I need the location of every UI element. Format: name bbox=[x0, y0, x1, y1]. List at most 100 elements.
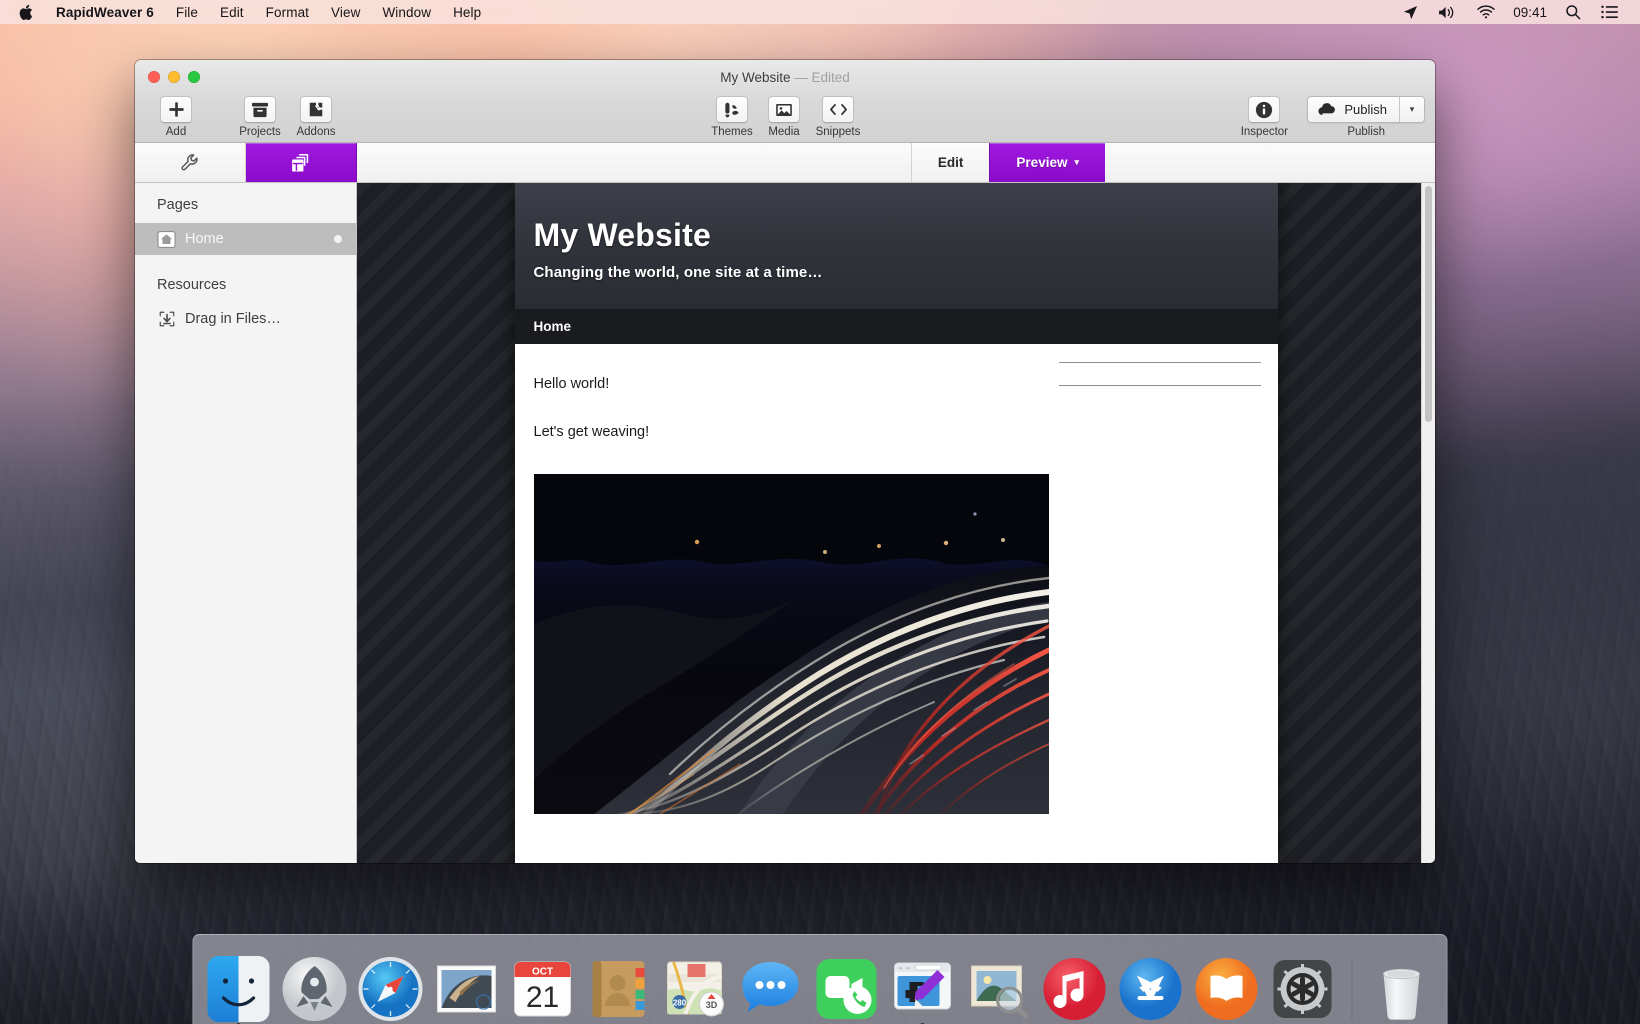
macos-menu-bar: RapidWeaver 6 File Edit Format View Wind… bbox=[0, 0, 1640, 24]
edit-mode-button[interactable]: Edit bbox=[910, 143, 990, 182]
calendar-month: OCT bbox=[532, 967, 553, 978]
notification-center-icon[interactable] bbox=[1591, 0, 1628, 24]
volume-icon[interactable] bbox=[1428, 0, 1467, 24]
dock-item-rapidweaver[interactable] bbox=[888, 954, 958, 1024]
maps-3d-badge: 3D bbox=[706, 1000, 718, 1010]
preview-caret-icon: ▾ bbox=[1074, 157, 1079, 167]
puzzle-piece-icon bbox=[300, 96, 332, 123]
dock-item-app-store[interactable] bbox=[1116, 954, 1186, 1024]
paint-brush-icon bbox=[716, 96, 748, 123]
site-navigation: Home bbox=[514, 309, 1278, 344]
info-circle-icon bbox=[1248, 96, 1281, 123]
nav-item-home[interactable]: Home bbox=[534, 319, 572, 334]
publish-button[interactable]: Publish bbox=[1308, 97, 1399, 122]
dock-item-safari[interactable] bbox=[356, 954, 426, 1024]
photo-light-trails-layer bbox=[533, 473, 1049, 814]
inspector-button[interactable]: Inspector bbox=[1235, 96, 1293, 138]
wifi-icon[interactable] bbox=[1467, 0, 1505, 24]
toolbar-right-group: Inspector Publish ▾ Publish bbox=[1235, 96, 1425, 138]
search-icon[interactable] bbox=[1555, 0, 1591, 24]
publish-button-row: Publish ▾ bbox=[1307, 96, 1425, 123]
preview-scrollbar-thumb[interactable] bbox=[1425, 186, 1432, 422]
menu-file[interactable]: File bbox=[165, 0, 209, 24]
site-slogan: Changing the world, one site at a time… bbox=[533, 263, 823, 281]
dock-item-contacts[interactable] bbox=[584, 954, 654, 1024]
pages-stack-icon bbox=[290, 152, 312, 174]
sidebar-rules bbox=[1058, 362, 1261, 408]
snippets-button-label: Snippets bbox=[815, 126, 861, 138]
media-button[interactable]: Media bbox=[755, 96, 813, 138]
site-title: My Website bbox=[533, 217, 711, 253]
code-brackets-icon bbox=[822, 96, 854, 123]
wrench-icon bbox=[180, 152, 201, 173]
drag-in-files-label: Drag in Files… bbox=[185, 311, 281, 327]
menu-format[interactable]: Format bbox=[255, 0, 320, 24]
media-button-label: Media bbox=[768, 126, 800, 138]
archive-box-icon bbox=[244, 96, 276, 123]
cloud-upload-icon bbox=[1318, 102, 1337, 117]
dock-item-ibooks[interactable] bbox=[1192, 954, 1262, 1024]
dock-item-messages[interactable] bbox=[736, 954, 806, 1024]
preview-mode-button[interactable]: Preview ▾ bbox=[989, 143, 1105, 182]
dock-item-preview[interactable] bbox=[964, 954, 1034, 1024]
title-separator: — bbox=[794, 70, 808, 85]
sidebar-item-home[interactable]: Home bbox=[135, 223, 356, 255]
dock-item-launchpad[interactable] bbox=[280, 954, 350, 1024]
site-header: My Website Changing the world, one site … bbox=[514, 183, 1278, 309]
apple-logo-icon[interactable] bbox=[0, 0, 45, 24]
pages-segment[interactable] bbox=[246, 143, 357, 182]
dock-item-system-preferences[interactable] bbox=[1268, 954, 1338, 1024]
projects-button[interactable]: Projects bbox=[231, 96, 289, 138]
resources-section-header: Resources bbox=[157, 277, 227, 293]
mode-bar-spacer bbox=[357, 143, 911, 182]
sidebar-rule-1 bbox=[1058, 362, 1261, 363]
location-arrow-icon[interactable] bbox=[1393, 0, 1428, 24]
menu-edit[interactable]: Edit bbox=[209, 0, 255, 24]
preview-canvas: My Website Changing the world, one site … bbox=[357, 183, 1435, 863]
dock-item-maps[interactable]: 3D 280 bbox=[660, 954, 730, 1024]
add-button[interactable]: Add bbox=[147, 96, 205, 138]
publish-menu-caret-icon[interactable]: ▾ bbox=[1399, 97, 1424, 122]
website-preview: My Website Changing the world, one site … bbox=[514, 183, 1278, 863]
dock-item-mail[interactable] bbox=[432, 954, 502, 1024]
menu-view[interactable]: View bbox=[320, 0, 371, 24]
themes-button[interactable]: Themes bbox=[703, 96, 761, 138]
pages-sidebar: Pages Home Resources Drag in Files… bbox=[135, 183, 357, 863]
sidebar-rule-2 bbox=[1058, 385, 1261, 386]
menu-app-name[interactable]: RapidWeaver 6 bbox=[45, 0, 165, 24]
preview-scrollbar-track[interactable] bbox=[1421, 183, 1435, 863]
settings-segment[interactable] bbox=[135, 143, 246, 182]
sidebar-item-home-label: Home bbox=[185, 231, 224, 247]
toolbar-left-group: Add Projects Addons bbox=[147, 96, 345, 138]
themes-button-label: Themes bbox=[711, 126, 753, 138]
publish-button-label: Publish bbox=[1344, 102, 1387, 117]
window-body: Pages Home Resources Drag in Files… My W… bbox=[135, 183, 1435, 863]
menu-bar-clock[interactable]: 09:41 bbox=[1505, 5, 1555, 20]
dock-item-finder[interactable] bbox=[204, 954, 274, 1024]
maps-route-badge: 280 bbox=[673, 999, 687, 1008]
publish-caption: Publish bbox=[1347, 126, 1386, 138]
macos-dock: OCT 21 3D 280 bbox=[192, 934, 1448, 1024]
plus-icon bbox=[160, 96, 192, 123]
addons-button-label: Addons bbox=[296, 126, 336, 138]
window-title-bar: My Website — Edited bbox=[135, 70, 1435, 85]
drag-in-files-dropzone[interactable]: Drag in Files… bbox=[135, 303, 356, 335]
content-paragraph-2: Let's get weaving! bbox=[533, 423, 650, 440]
toolbar-center-group: Themes Media Snippets bbox=[703, 96, 867, 138]
publish-control: Publish ▾ Publish bbox=[1307, 96, 1425, 138]
dock-item-itunes[interactable] bbox=[1040, 954, 1110, 1024]
dock-separator bbox=[1351, 958, 1353, 1020]
mode-bar: Edit Preview ▾ bbox=[135, 143, 1435, 183]
dock-item-calendar[interactable]: OCT 21 bbox=[508, 954, 578, 1024]
dock-item-facetime[interactable] bbox=[812, 954, 882, 1024]
dock-item-trash[interactable] bbox=[1367, 954, 1437, 1024]
menu-help[interactable]: Help bbox=[442, 0, 492, 24]
window-title: My Website bbox=[720, 70, 791, 85]
menu-window[interactable]: Window bbox=[371, 0, 442, 24]
page-status-dot bbox=[334, 235, 342, 243]
site-content: Hello world! Let's get weaving! bbox=[515, 344, 1278, 814]
addons-button[interactable]: Addons bbox=[287, 96, 345, 138]
snippets-button[interactable]: Snippets bbox=[809, 96, 867, 138]
inspector-button-label: Inspector bbox=[1240, 126, 1289, 138]
night-highway-light-trails-photo bbox=[533, 473, 1049, 814]
